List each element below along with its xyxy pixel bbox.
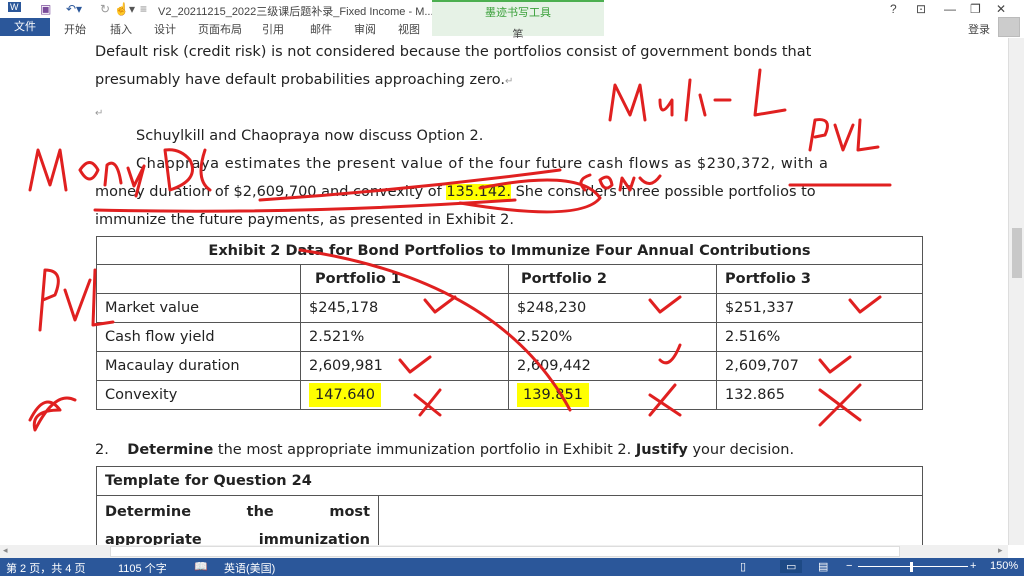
tab-insert[interactable]: 插入 <box>110 21 132 37</box>
table-cell: 132.865 <box>716 380 923 410</box>
print-layout-icon[interactable]: ▭ <box>780 560 803 573</box>
tab-references[interactable]: 引用 <box>262 21 284 37</box>
question-text-part: your decision. <box>687 442 795 458</box>
table-cell: 139.851 <box>508 380 717 410</box>
avatar[interactable] <box>998 17 1020 37</box>
scroll-left-icon[interactable]: ◂ <box>3 545 8 556</box>
question-number: 2. <box>95 442 109 458</box>
paragraph-text: money duration of $2,609,700 and convexi… <box>95 184 447 200</box>
table-row: Market value $245,178 $248,230 $251,337 <box>96 293 923 323</box>
highlighted-value: 139.851 <box>517 383 589 407</box>
table-cell: 2,609,981 <box>300 351 509 381</box>
scroll-right-icon[interactable]: ▸ <box>998 545 1003 556</box>
word-icon: W <box>8 2 21 12</box>
tab-file[interactable]: 文件 <box>0 18 50 36</box>
touch-mode-icon[interactable]: ☝▾ <box>114 2 135 16</box>
web-layout-icon[interactable]: ▤ <box>818 560 828 573</box>
question-text: 2. Determine the most appropriate immuni… <box>95 442 794 458</box>
redo-icon[interactable]: ↻ <box>100 2 110 16</box>
question-bold: Determine <box>127 442 214 458</box>
paragraph: Chaopraya estimates the present value of… <box>136 156 829 172</box>
table-cell: 2.516% <box>716 322 923 352</box>
table-cell: Macaulay duration <box>96 351 301 381</box>
table-header: Portfolio 3 <box>716 264 923 294</box>
save-icon[interactable]: ▣ <box>40 2 51 16</box>
paragraph-mark: ↵ <box>95 108 104 119</box>
exhibit-2-table: Exhibit 2 Data for Bond Portfolios to Im… <box>96 236 923 410</box>
template-cell-line: appropriate immunization <box>105 532 370 545</box>
tab-view[interactable]: 视图 <box>398 21 420 37</box>
table-row: Convexity 147.640 139.851 132.865 <box>96 380 923 410</box>
scrollbar-thumb[interactable] <box>110 546 900 557</box>
tab-page-layout[interactable]: 页面布局 <box>198 21 242 37</box>
tab-review[interactable]: 审阅 <box>354 21 376 37</box>
paragraph: money duration of $2,609,700 and convexi… <box>95 184 816 200</box>
paragraph: Default risk (credit risk) is not consid… <box>95 44 812 60</box>
title-bar: W ▣ ↶▾ ↻ ☝▾ ≡ V2_20211215_2022三级课后题补录_Fi… <box>0 0 1024 41</box>
horizontal-scrollbar[interactable]: ◂ ▸ <box>0 545 1008 558</box>
answer-cell[interactable] <box>378 495 923 545</box>
paragraph: presumably have default probabilities ap… <box>95 72 513 88</box>
zoom-slider-track[interactable] <box>858 566 968 567</box>
help-button[interactable]: ? <box>890 2 897 16</box>
table-cell: 2,609,442 <box>508 351 717 381</box>
table-cell: Market value <box>96 293 301 323</box>
paragraph-text: presumably have default probabilities ap… <box>95 72 505 88</box>
template-title: Template for Question 24 <box>96 466 923 496</box>
sign-in-link[interactable]: 登录 <box>968 21 990 37</box>
table-cell: Convexity <box>96 380 301 410</box>
table-row: Cash flow yield 2.521% 2.520% 2.516% <box>96 322 923 352</box>
table-header: Portfolio 1 <box>300 264 509 294</box>
table-header: Portfolio 2 <box>508 264 717 294</box>
status-bar: 第 2 页，共 4 页 1105 个字 📖 英语(美国) ▯ ▭ ▤ − + 1… <box>0 558 1024 576</box>
table-cell: $251,337 <box>716 293 923 323</box>
paragraph-text: She considers three possible portfolios … <box>510 184 816 200</box>
ribbon-display-icon[interactable]: ⊡ <box>916 2 926 16</box>
close-icon[interactable]: ✕ <box>996 2 1006 16</box>
word-count[interactable]: 1105 个字 <box>118 560 167 576</box>
zoom-out-button[interactable]: − <box>846 560 852 572</box>
document-page[interactable]: Default risk (credit risk) is not consid… <box>0 38 1008 545</box>
table-cell: 2,609,707 <box>716 351 923 381</box>
language[interactable]: 英语(美国) <box>224 560 275 576</box>
paragraph-mark: ↵ <box>504 76 514 87</box>
vertical-scrollbar[interactable] <box>1008 38 1024 545</box>
table-cell: 2.521% <box>300 322 509 352</box>
table-cell: $245,178 <box>300 293 509 323</box>
table-cell: 147.640 <box>300 380 509 410</box>
table-header <box>96 264 301 294</box>
table-cell: 2.520% <box>508 322 717 352</box>
minimize-icon[interactable]: — <box>944 2 956 16</box>
zoom-in-button[interactable]: + <box>970 560 976 572</box>
question-text-part: the most appropriate immunization portfo… <box>213 442 636 458</box>
page-count[interactable]: 第 2 页，共 4 页 <box>6 560 85 576</box>
highlighted-value: 147.640 <box>309 383 381 407</box>
tab-home[interactable]: 开始 <box>64 21 86 37</box>
table-cell: Cash flow yield <box>96 322 301 352</box>
proofing-icon[interactable]: 📖 <box>194 560 208 573</box>
undo-icon[interactable]: ↶▾ <box>66 2 82 16</box>
paragraph: Schuylkill and Chaopraya now discuss Opt… <box>136 128 484 144</box>
highlighted-convexity: 135.142. <box>446 184 511 200</box>
document-title: V2_20211215_2022三级课后题补录_Fixed Income - M… <box>158 6 434 18</box>
ribbon-tabs: 文件 开始 插入 设计 页面布局 引用 邮件 审阅 视图 登录 <box>0 17 1024 38</box>
template-table: Template for Question 24 Determine the m… <box>96 466 923 545</box>
tab-mailings[interactable]: 邮件 <box>310 21 332 37</box>
restore-icon[interactable]: ❐ <box>970 2 981 16</box>
template-cell: Determine the most appropriate immunizati… <box>96 495 379 545</box>
question-bold: Justify <box>635 442 688 458</box>
template-cell-line: Determine the most <box>105 504 370 520</box>
read-mode-icon[interactable]: ▯ <box>740 560 746 573</box>
paragraph: immunize the future payments, as present… <box>95 212 514 228</box>
table-cell: $248,230 <box>508 293 717 323</box>
table-row: Macaulay duration 2,609,981 2,609,442 2,609… <box>96 351 923 381</box>
customize-toolbar-icon[interactable]: ≡ <box>140 2 147 16</box>
zoom-slider-thumb[interactable] <box>910 562 913 572</box>
zoom-level[interactable]: 150% <box>990 560 1018 572</box>
tab-design[interactable]: 设计 <box>154 21 176 37</box>
exhibit-title: Exhibit 2 Data for Bond Portfolios to Im… <box>96 236 923 265</box>
scrollbar-thumb[interactable] <box>1012 228 1022 278</box>
